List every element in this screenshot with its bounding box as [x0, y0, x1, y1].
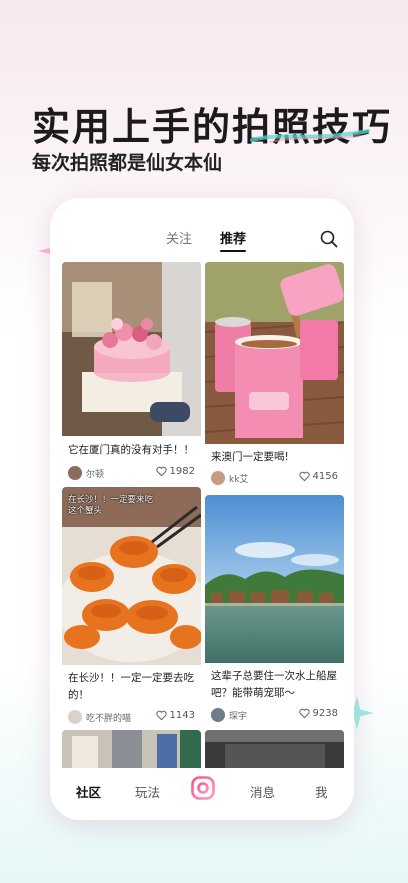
feed-card-partial[interactable]: [62, 730, 201, 770]
feed-card[interactable]: 它在厦门真的没有对手！！ 尔顿 1982: [62, 262, 201, 484]
photo-overlay-text: 在长沙！！一定要来吃这个蟹头: [68, 495, 154, 516]
nav-play[interactable]: 玩法: [135, 782, 160, 801]
card-meta: kk艾 4156: [205, 469, 344, 489]
page-subtitle: 每次拍照都是仙女本仙: [32, 152, 223, 174]
like-button[interactable]: 9238: [298, 708, 338, 719]
bottom-navigation: 社区 玩法 消息 我: [50, 768, 354, 820]
card-meta: 吃不胖的喵 1143: [62, 708, 201, 728]
heart-icon: [298, 708, 310, 719]
feed-card-partial[interactable]: [205, 730, 344, 770]
avatar[interactable]: [211, 471, 225, 485]
feed-card[interactable]: 这辈子总要住一次水上船屋吧？能带萌宠耶～ 琛宇 9238: [205, 495, 344, 726]
author-name[interactable]: 尔顿: [86, 467, 104, 480]
card-title: 这辈子总要住一次水上船屋吧？能带萌宠耶～: [211, 670, 337, 699]
like-button[interactable]: 1982: [155, 466, 195, 477]
like-button[interactable]: 4156: [298, 471, 338, 482]
feed-card[interactable]: 在长沙！！一定要来吃这个蟹头 在长沙！！一定一定要去吃的！ 吃不胖的喵 1143: [62, 487, 201, 728]
highlight-stroke-decoration: [250, 129, 370, 143]
cake-photo: [62, 262, 201, 436]
like-count: 9238: [312, 708, 338, 719]
active-tab-indicator: [220, 250, 247, 252]
heart-icon: [155, 710, 167, 721]
nav-community[interactable]: 社区: [76, 782, 101, 801]
avatar[interactable]: [68, 466, 82, 480]
avatar[interactable]: [68, 710, 82, 724]
author-name[interactable]: kk艾: [229, 472, 248, 485]
avatar[interactable]: [211, 708, 225, 722]
nav-messages[interactable]: 消息: [250, 782, 275, 801]
search-icon[interactable]: [320, 230, 338, 248]
like-count: 1143: [169, 710, 195, 721]
like-button[interactable]: 1143: [155, 710, 195, 721]
camera-icon[interactable]: [191, 776, 215, 800]
phone-frame: 关注 推荐 它在厦门真的没有对手！！ 尔顿 1982 来澳门一定要喝! kk艾 …: [50, 198, 354, 820]
like-count: 4156: [312, 471, 338, 482]
tab-recommend[interactable]: 推荐: [220, 228, 247, 252]
author-name[interactable]: 吃不胖的喵: [86, 711, 131, 724]
author-name[interactable]: 琛宇: [229, 709, 247, 722]
card-meta: 琛宇 9238: [205, 706, 344, 726]
card-meta: 尔顿 1982: [62, 464, 201, 484]
card-title: 它在厦门真的没有对手！！: [68, 444, 194, 456]
card-title: 来澳门一定要喝!: [211, 451, 289, 463]
crab-photo: 在长沙！！一定要来吃这个蟹头: [62, 487, 201, 665]
feed-topbar: 关注 推荐: [50, 224, 354, 254]
like-count: 1982: [169, 466, 195, 477]
card-title: 在长沙！！一定一定要去吃的！: [68, 672, 194, 701]
milk-tea-photo: [205, 262, 344, 444]
tab-recommend-label: 推荐: [220, 232, 247, 247]
tab-follow[interactable]: 关注: [166, 228, 192, 247]
heart-icon: [298, 471, 310, 482]
nav-me[interactable]: 我: [315, 782, 328, 801]
lake-houses-photo: [205, 495, 344, 663]
heart-icon: [155, 466, 167, 477]
feed-card[interactable]: 来澳门一定要喝! kk艾 4156: [205, 262, 344, 489]
